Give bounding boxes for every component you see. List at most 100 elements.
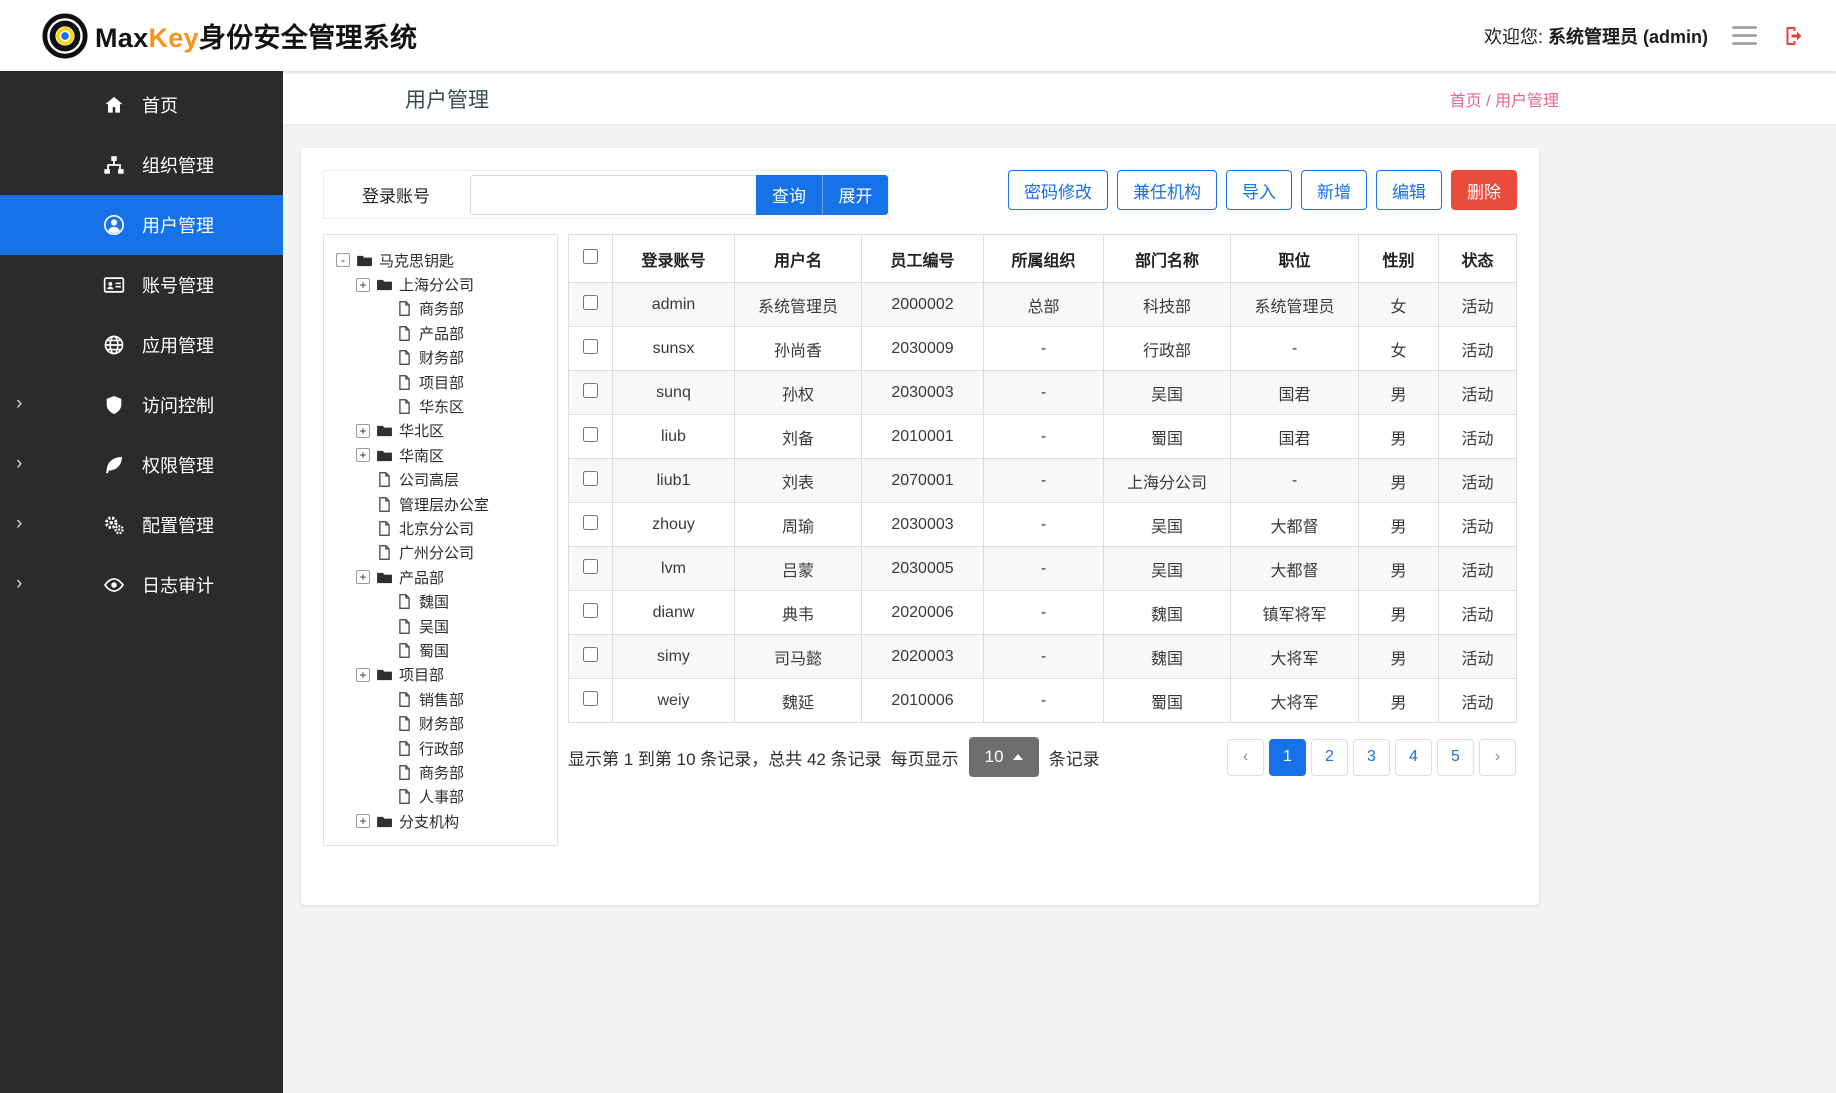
user-row[interactable]: dianw典韦2020006-魏国镇军将军男活动 [569,591,1517,635]
tree-node[interactable]: 广州分公司 [332,541,549,565]
row-checkbox[interactable] [583,603,598,618]
sidebar-item-users[interactable]: 用户管理 [0,195,283,255]
cell: 活动 [1439,547,1517,591]
sidebar-item-audit[interactable]: ›日志审计 [0,555,283,615]
tree-node[interactable]: 项目部 [332,370,549,394]
cell: 2020003 [862,635,984,679]
page-button-1[interactable]: 1 [1269,739,1306,776]
tree-node[interactable]: +华南区 [332,443,549,467]
tree-node-label: 上海分公司 [399,274,474,295]
sidebar-item-home[interactable]: 首页 [0,75,283,135]
tree-expand-toggle[interactable]: + [356,570,370,584]
user-row[interactable]: lvm吕蒙2030005-吴国大都督男活动 [569,547,1517,591]
change-password-button[interactable]: 密码修改 [1008,170,1108,210]
user-row[interactable]: sunsx孙尚香2030009-行政部-女活动 [569,327,1517,371]
row-checkbox[interactable] [583,647,598,662]
row-checkbox[interactable] [583,691,598,706]
tree-node[interactable]: 财务部 [332,711,549,735]
tree-node[interactable]: 公司高层 [332,468,549,492]
query-button[interactable]: 查询 [756,175,822,215]
sidebar-item-label: 账号管理 [142,272,214,298]
menu-icon[interactable] [1732,25,1757,46]
row-checkbox[interactable] [583,339,598,354]
row-checkbox[interactable] [583,295,598,310]
sidebar-item-label: 应用管理 [142,332,214,358]
import-button[interactable]: 导入 [1226,170,1292,210]
column-header: 用户名 [735,235,862,283]
page-button-5[interactable]: 5 [1437,739,1474,776]
users-table: 登录账号用户名员工编号所属组织部门名称职位性别状态 admin系统管理员2000… [568,234,1517,723]
tree-node[interactable]: 商务部 [332,297,549,321]
sidebar-item-org[interactable]: 组织管理 [0,135,283,195]
folder-icon [376,422,393,439]
tree-node[interactable]: 蜀国 [332,638,549,662]
tree-node[interactable]: 北京分公司 [332,516,549,540]
prev-page-button[interactable]: ‹ [1227,739,1264,776]
sidebar-item-access-control[interactable]: ›访问控制 [0,375,283,435]
tree-node[interactable]: 管理层办公室 [332,492,549,516]
page-button-4[interactable]: 4 [1395,739,1432,776]
brand-max: Max [95,23,148,53]
tree-collapse-toggle[interactable]: - [336,253,350,267]
tree-node[interactable]: 人事部 [332,785,549,809]
next-page-button[interactable]: › [1479,739,1516,776]
page-button-3[interactable]: 3 [1353,739,1390,776]
tree-node[interactable]: +分支机构 [332,809,549,833]
tree-expand-toggle[interactable]: + [356,448,370,462]
adjunct-org-button[interactable]: 兼任机构 [1117,170,1217,210]
tree-node[interactable]: 销售部 [332,687,549,711]
tree-node[interactable]: 财务部 [332,346,549,370]
tree-node-label: 魏国 [419,591,449,612]
tree-node[interactable]: +华北区 [332,419,549,443]
tree-expand-toggle[interactable]: + [356,424,370,438]
cell: 大将军 [1231,635,1359,679]
tree-node[interactable]: 行政部 [332,736,549,760]
row-checkbox[interactable] [583,559,598,574]
user-row[interactable]: liub1刘表2070001-上海分公司-男活动 [569,459,1517,503]
expand-button[interactable]: 展开 [822,175,888,215]
row-checkbox[interactable] [583,427,598,442]
select-all-checkbox[interactable] [583,249,598,264]
sidebar-item-accounts[interactable]: 账号管理 [0,255,283,315]
tree-node[interactable]: 产品部 [332,321,549,345]
row-checkbox[interactable] [583,471,598,486]
sidebar-item-apps[interactable]: 应用管理 [0,315,283,375]
logout-icon[interactable] [1781,24,1808,48]
edit-button[interactable]: 编辑 [1376,170,1442,210]
add-button[interactable]: 新增 [1301,170,1367,210]
tree-node[interactable]: +产品部 [332,565,549,589]
row-select-cell [569,679,613,723]
tree-expand-toggle[interactable]: + [356,814,370,828]
tree-node-label: 商务部 [419,762,464,783]
shield-icon [103,394,125,416]
tree-node-label: 吴国 [419,616,449,637]
sidebar-item-permissions[interactable]: ›权限管理 [0,435,283,495]
tree-node[interactable]: 华东区 [332,394,549,418]
tree-expand-toggle[interactable]: + [356,668,370,682]
row-checkbox[interactable] [583,515,598,530]
tree-node[interactable]: +项目部 [332,663,549,687]
tree-node[interactable]: -马克思钥匙 [332,248,549,272]
user-row[interactable]: weiy魏延2010006-蜀国大将军男活动 [569,679,1517,723]
user-row[interactable]: zhouy周瑜2030003-吴国大都督男活动 [569,503,1517,547]
tree-node[interactable]: + 上海分公司 [332,272,549,296]
file-icon [376,544,393,561]
breadcrumb-home-link[interactable]: 首页 [1450,93,1482,110]
tree-expand-toggle[interactable]: + [356,278,370,292]
tree-node[interactable]: 吴国 [332,614,549,638]
breadcrumb-current[interactable]: 用户管理 [1495,93,1559,110]
tree-node[interactable]: 魏国 [332,589,549,613]
login-account-input[interactable] [470,175,756,215]
user-row[interactable]: sunq孙权2030003-吴国国君男活动 [569,371,1517,415]
row-checkbox[interactable] [583,383,598,398]
tree-node[interactable]: 商务部 [332,760,549,784]
sidebar-item-config[interactable]: ›配置管理 [0,495,283,555]
user-row[interactable]: admin系统管理员2000002总部科技部系统管理员女活动 [569,283,1517,327]
main-content: 用户管理 首页 / 用户管理 登录账号 查询 展开 密码修改兼任机构导入新增编辑… [283,71,1836,1093]
sidebar-item-label: 日志审计 [142,572,214,598]
user-row[interactable]: liub刘备2010001-蜀国国君男活动 [569,415,1517,459]
user-row[interactable]: simy司马懿2020003-魏国大将军男活动 [569,635,1517,679]
page-button-2[interactable]: 2 [1311,739,1348,776]
page-size-select[interactable]: 10 [969,737,1039,777]
delete-button[interactable]: 删除 [1451,170,1517,210]
